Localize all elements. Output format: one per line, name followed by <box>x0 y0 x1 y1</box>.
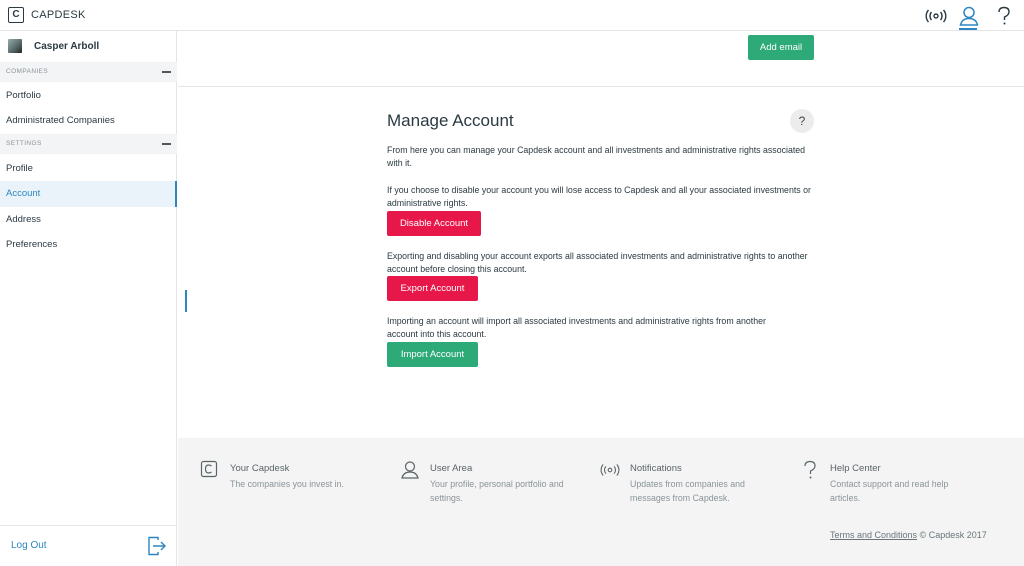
broadcast-icon <box>600 460 620 480</box>
disable-account-button[interactable]: Disable Account <box>387 211 481 236</box>
top-bar: C CAPDESK <box>0 0 1024 31</box>
footer-title[interactable]: User Area <box>430 463 472 474</box>
collapse-icon[interactable] <box>162 71 171 73</box>
export-account-button[interactable]: Export Account <box>387 276 478 301</box>
help-button[interactable]: ? <box>790 109 814 133</box>
user-name: Casper Arboll <box>34 41 100 52</box>
footer-description: Contact support and read help articles. <box>830 479 949 503</box>
logout-row: Log Out <box>0 525 177 566</box>
sidebar-item-label: Account <box>6 188 41 199</box>
copyright-text: © Capdesk 2017 <box>919 530 987 540</box>
logout-link[interactable]: Log Out <box>11 540 47 551</box>
export-description: Exporting and disabling your account exp… <box>387 251 808 274</box>
scroll-indicator[interactable] <box>185 290 187 312</box>
user-icon <box>400 460 420 480</box>
sidebar-item-portfolio[interactable]: Portfolio <box>0 83 177 109</box>
brand-name[interactable]: CAPDESK <box>31 9 86 21</box>
footer-legal: Terms and Conditions © Capdesk 2017 <box>830 530 987 540</box>
broadcast-icon[interactable] <box>924 5 948 27</box>
sidebar-item-address[interactable]: Address <box>0 207 177 233</box>
footer-title[interactable]: Notifications <box>630 463 682 474</box>
section-label: SETTINGS <box>6 140 42 147</box>
sidebar-item-label: Administrated Companies <box>6 115 115 126</box>
sidebar: Casper Arboll COMPANIES Portfolio Admini… <box>0 31 177 566</box>
help-icon <box>800 460 820 480</box>
sidebar-item-profile[interactable]: Profile <box>0 156 177 182</box>
page-title: Manage Account <box>387 111 514 130</box>
add-email-button[interactable]: Add email <box>748 35 814 60</box>
sidebar-item-label: Profile <box>6 163 33 174</box>
footer-description: Your profile, personal portfolio and set… <box>430 479 564 503</box>
sidebar-item-administrated-companies[interactable]: Administrated Companies <box>0 108 177 134</box>
footer: Your Capdesk The companies you invest in… <box>178 438 1024 566</box>
section-settings[interactable]: SETTINGS <box>0 134 177 154</box>
disable-description: If you choose to disable your account yo… <box>387 185 811 208</box>
active-user-indicator <box>959 28 977 30</box>
footer-description: Updates from companies and messages from… <box>630 479 745 503</box>
footer-title[interactable]: Your Capdesk <box>230 463 289 474</box>
sidebar-item-preferences[interactable]: Preferences <box>0 232 177 258</box>
logout-icon[interactable] <box>147 536 167 556</box>
collapse-icon[interactable] <box>162 143 171 145</box>
capdesk-logo-icon[interactable]: C <box>8 7 24 23</box>
help-icon[interactable] <box>994 5 1014 27</box>
email-section: Add email <box>178 31 1024 87</box>
sidebar-item-label: Preferences <box>6 239 58 250</box>
sidebar-item-account[interactable]: Account <box>0 181 177 207</box>
terms-link[interactable]: Terms and Conditions <box>830 530 917 540</box>
user-icon[interactable] <box>958 5 980 27</box>
footer-title[interactable]: Help Center <box>830 463 881 474</box>
import-account-button[interactable]: Import Account <box>387 342 478 367</box>
avatar <box>8 39 22 53</box>
user-profile-row[interactable]: Casper Arboll <box>0 31 177 62</box>
import-description: Importing an account will import all ass… <box>387 316 766 339</box>
sidebar-item-label: Portfolio <box>6 90 41 101</box>
sidebar-item-label: Address <box>6 214 41 225</box>
section-label: COMPANIES <box>6 68 49 75</box>
capdesk-logo-icon <box>200 460 220 480</box>
intro-text: From here you can manage your Capdesk ac… <box>387 145 806 168</box>
footer-description: The companies you invest in. <box>230 479 344 489</box>
section-companies[interactable]: COMPANIES <box>0 62 177 82</box>
